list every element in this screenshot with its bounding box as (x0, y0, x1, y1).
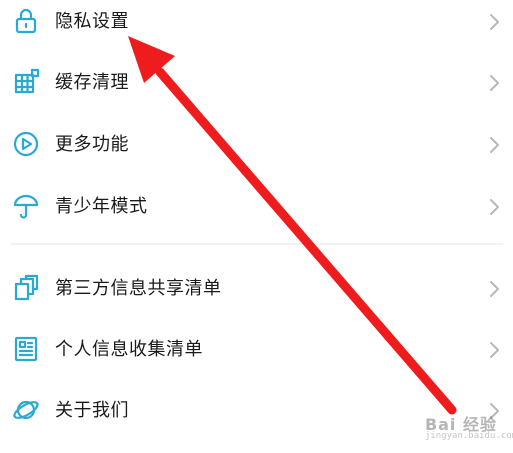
play-circle-icon (12, 130, 40, 158)
settings-item-third-party-sharing[interactable]: 第三方信息共享清单 (0, 262, 513, 316)
settings-item-label: 更多功能 (55, 134, 129, 155)
settings-item-label: 关于我们 (55, 400, 129, 421)
settings-item-label: 第三方信息共享清单 (55, 278, 222, 299)
settings-item-label: 隐私设置 (55, 11, 129, 32)
chevron-right-icon (489, 197, 501, 217)
section-divider (10, 243, 503, 245)
settings-item-label: 个人信息收集清单 (55, 339, 203, 360)
settings-list: 隐私设置 缓存清理 更多功能 青少年模式 第三方信息共享清单 个人信息收集清单 … (0, 0, 513, 453)
chevron-right-icon (489, 401, 501, 421)
chevron-right-icon (489, 340, 501, 360)
settings-item-personal-info-collection[interactable]: 个人信息收集清单 (0, 323, 513, 377)
planet-icon (12, 396, 40, 424)
umbrella-icon (12, 192, 40, 220)
chevron-right-icon (489, 12, 501, 32)
chevron-right-icon (489, 135, 501, 155)
lock-icon (12, 7, 40, 35)
settings-item-about-us[interactable]: 关于我们 (0, 384, 513, 438)
settings-item-label: 缓存清理 (55, 72, 129, 93)
settings-item-more-features[interactable]: 更多功能 (0, 118, 513, 172)
settings-item-label: 青少年模式 (55, 196, 148, 217)
document-list-icon (12, 335, 40, 363)
grid-cleanup-icon (12, 68, 40, 96)
settings-item-privacy[interactable]: 隐私设置 (0, 0, 513, 49)
chevron-right-icon (489, 73, 501, 93)
copy-stack-icon (12, 274, 40, 302)
settings-item-cache-cleanup[interactable]: 缓存清理 (0, 56, 513, 110)
chevron-right-icon (489, 279, 501, 299)
settings-item-teen-mode[interactable]: 青少年模式 (0, 180, 513, 234)
